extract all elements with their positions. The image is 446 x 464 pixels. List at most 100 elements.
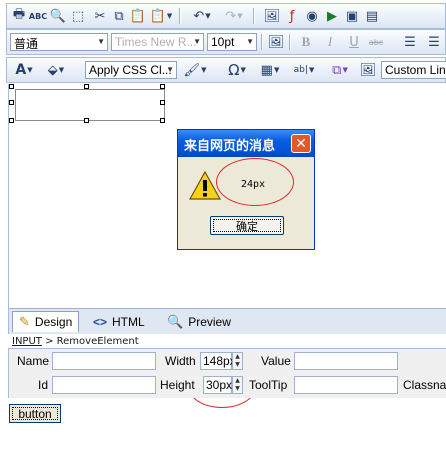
resize-handle[interactable] <box>160 84 165 89</box>
insert-flash-icon[interactable]: ƒ <box>283 7 301 25</box>
chevron-down-icon: ▼ <box>193 37 201 46</box>
paste-icon[interactable]: 📋 <box>129 7 147 25</box>
id-field[interactable] <box>52 376 156 394</box>
image-manager-icon[interactable]: 🖼 <box>359 61 377 79</box>
format-painter-icon[interactable]: 🖼 <box>267 33 285 51</box>
selected-input-element[interactable] <box>15 89 165 121</box>
font-size-dropdown[interactable]: 10pt ▼ <box>207 33 257 51</box>
resize-handle[interactable] <box>9 118 14 123</box>
ok-label: 确定 <box>236 219 258 233</box>
align-center-icon[interactable]: ☰ <box>425 33 443 51</box>
main-toolbar: 🖶 ABC 🔍 ⬚ ✂ ⧉ 📋 📋 ▼ ↶ ▼ ↷ ▼ 🖼 ƒ ◉ ▶ ▣ ▤ <box>6 3 446 29</box>
resize-handle[interactable] <box>160 118 165 123</box>
spellcheck-icon[interactable]: ABC <box>29 7 47 25</box>
tooltip-field[interactable] <box>294 376 398 394</box>
link-icon[interactable]: ⧉ ▼ <box>327 61 353 79</box>
tab-preview-label: Preview <box>188 314 231 329</box>
insert-media-icon[interactable]: ◉ <box>303 7 321 25</box>
strikethrough-icon[interactable]: abc <box>367 33 385 51</box>
height-field[interactable]: 30px <box>203 376 232 394</box>
height-spinner[interactable]: ▲ ▼ <box>232 376 243 394</box>
breadcrumb-separator: > <box>45 336 54 347</box>
font-name-value: Times New R... <box>115 35 197 49</box>
table-icon[interactable]: ▦ ▼ <box>257 61 283 79</box>
print-icon[interactable]: 🖶 <box>10 7 28 25</box>
align-left-icon[interactable]: ☰ <box>401 33 419 51</box>
insert-image-icon[interactable]: 🖼 <box>263 7 281 25</box>
height-label: Height <box>160 378 195 392</box>
separator <box>179 8 181 24</box>
insert-document-icon[interactable]: ▶ <box>323 7 341 25</box>
value-field[interactable] <box>294 352 398 370</box>
ok-button[interactable]: 确定 <box>210 216 284 235</box>
format-toolbar: 普通 ▼ Times New R... ▼ 10pt ▼ 🖼 B I U abc… <box>6 29 446 55</box>
custom-link-dropdown[interactable]: Custom Lin <box>381 61 446 79</box>
resize-handle[interactable] <box>9 100 14 105</box>
copy-icon[interactable]: ⧉ <box>110 7 128 25</box>
warning-icon <box>189 171 221 200</box>
text-color-icon[interactable]: A ▼ <box>13 61 35 79</box>
resize-handle[interactable] <box>84 84 89 89</box>
font-name-dropdown[interactable]: Times New R... ▼ <box>111 33 204 51</box>
clean-format-icon[interactable]: 🖌 ▼ <box>181 61 209 79</box>
font-size-value: 10pt <box>211 35 235 49</box>
magnifier-icon: 🔍 <box>167 313 184 329</box>
tab-design-label: Design <box>34 315 73 329</box>
paragraph-value: 普通 <box>14 37 39 51</box>
separator <box>289 34 291 50</box>
undo-icon[interactable]: ↶ ▼ <box>189 7 215 25</box>
separator <box>261 34 263 50</box>
underline-icon[interactable]: U <box>345 33 363 51</box>
style-toolbar: A ▼ ⬙ ▼ Apply CSS Cl... ▼ 🖌 ▼ Ω ▼ ▦ ▼ ab| ▼ ⧉ ▼… <box>6 57 446 83</box>
separator <box>253 8 255 24</box>
paste-special-icon[interactable]: 📋 ▼ <box>149 7 173 25</box>
tooltip-label: ToolTip <box>249 378 288 392</box>
bold-icon[interactable]: B <box>297 33 315 51</box>
button-element[interactable]: button <box>9 404 61 423</box>
italic-icon[interactable]: I <box>321 33 339 51</box>
editor-tab-bar: ✎ Design <> HTML 🔍 Preview <box>8 308 446 334</box>
breadcrumb-action[interactable]: RemoveElement <box>57 336 139 347</box>
find-icon[interactable]: 🔍 <box>49 7 67 25</box>
width-spinner[interactable]: ▲ ▼ <box>232 352 243 370</box>
dialog-title-bar[interactable]: 来自网页的消息 ✕ <box>178 130 314 157</box>
properties-panel: Name Width 148px ▲ ▼ Value Id Height 30px… <box>8 348 446 398</box>
name-label: Name <box>17 354 50 368</box>
form-field-icon[interactable]: ab| ▼ <box>289 61 319 79</box>
insert-table-icon[interactable]: ▤ <box>363 7 381 25</box>
css-class-dropdown[interactable]: Apply CSS Cl... ▼ <box>85 61 177 79</box>
pencil-icon: ✎ <box>19 314 30 329</box>
paragraph-dropdown[interactable]: 普通 ▼ <box>10 33 108 51</box>
id-label: Id <box>38 378 49 392</box>
dialog-message: 24px <box>241 179 266 190</box>
custom-link-value: Custom Lin <box>385 63 446 77</box>
special-chars-icon[interactable]: Ω ▼ <box>223 61 251 79</box>
resize-handle[interactable] <box>9 84 14 89</box>
select-all-icon[interactable]: ⬚ <box>69 7 87 25</box>
text-color-label: A <box>15 62 27 78</box>
ab-label: ab| <box>293 65 308 75</box>
highlight-color-icon[interactable]: ⬙ ▼ <box>43 61 69 79</box>
button-label: button <box>18 406 52 421</box>
dialog-title: 来自网页的消息 <box>184 139 276 154</box>
breadcrumb-element[interactable]: INPUT <box>12 336 42 347</box>
chevron-down-icon: ▼ <box>246 37 254 46</box>
code-icon: <> <box>93 314 108 329</box>
name-field[interactable] <box>52 352 156 370</box>
resize-handle[interactable] <box>84 118 89 123</box>
cut-icon[interactable]: ✂ <box>91 7 109 25</box>
close-button[interactable]: ✕ <box>291 134 311 153</box>
insert-template-icon[interactable]: ▣ <box>343 7 361 25</box>
close-icon: ✕ <box>295 135 307 152</box>
tab-html-label: HTML <box>112 314 145 329</box>
width-field[interactable]: 148px <box>200 352 236 370</box>
width-label: Width <box>165 354 196 368</box>
value-label: Value <box>261 354 291 368</box>
tab-html[interactable]: <> HTML <box>87 311 151 332</box>
classname-label: Classnan <box>403 378 446 392</box>
tab-preview[interactable]: 🔍 Preview <box>161 311 237 332</box>
resize-handle[interactable] <box>160 100 165 105</box>
redo-icon[interactable]: ↷ ▼ <box>221 7 247 25</box>
tab-design[interactable]: ✎ Design <box>12 311 80 332</box>
css-class-value: Apply CSS Cl... <box>89 63 172 77</box>
